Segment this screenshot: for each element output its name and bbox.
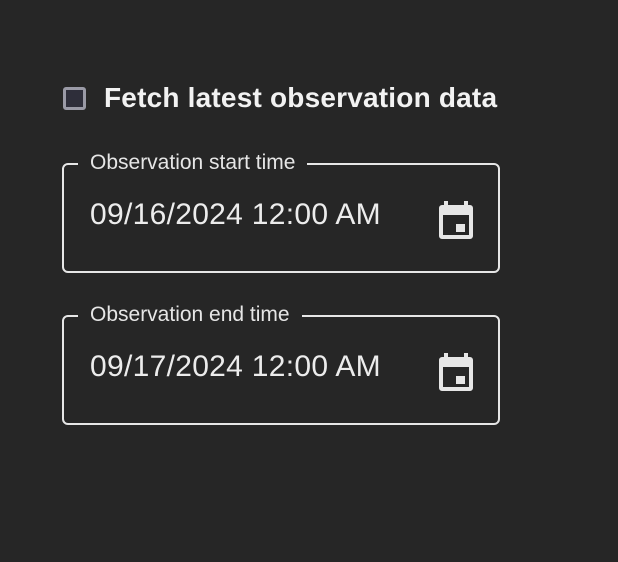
start-time-calendar-button[interactable] (436, 198, 476, 242)
calendar-icon (439, 201, 473, 239)
fetch-latest-checkbox-row[interactable]: Fetch latest observation data (63, 82, 497, 114)
end-time-calendar-button[interactable] (436, 350, 476, 394)
fetch-latest-label[interactable]: Fetch latest observation data (104, 82, 497, 114)
end-time-input[interactable]: 09/17/2024 12:00 AM (90, 350, 381, 384)
end-time-field[interactable]: Observation end time 09/17/2024 12:00 AM (62, 302, 500, 425)
observation-panel: Fetch latest observation data Observatio… (0, 0, 618, 562)
end-time-label: Observation end time (78, 302, 302, 328)
fetch-latest-checkbox[interactable] (63, 86, 86, 110)
start-time-label: Observation start time (78, 150, 308, 176)
start-time-input[interactable]: 09/16/2024 12:00 AM (90, 198, 381, 232)
start-time-field[interactable]: Observation start time 09/16/2024 12:00 … (62, 150, 500, 273)
calendar-icon (439, 353, 473, 391)
